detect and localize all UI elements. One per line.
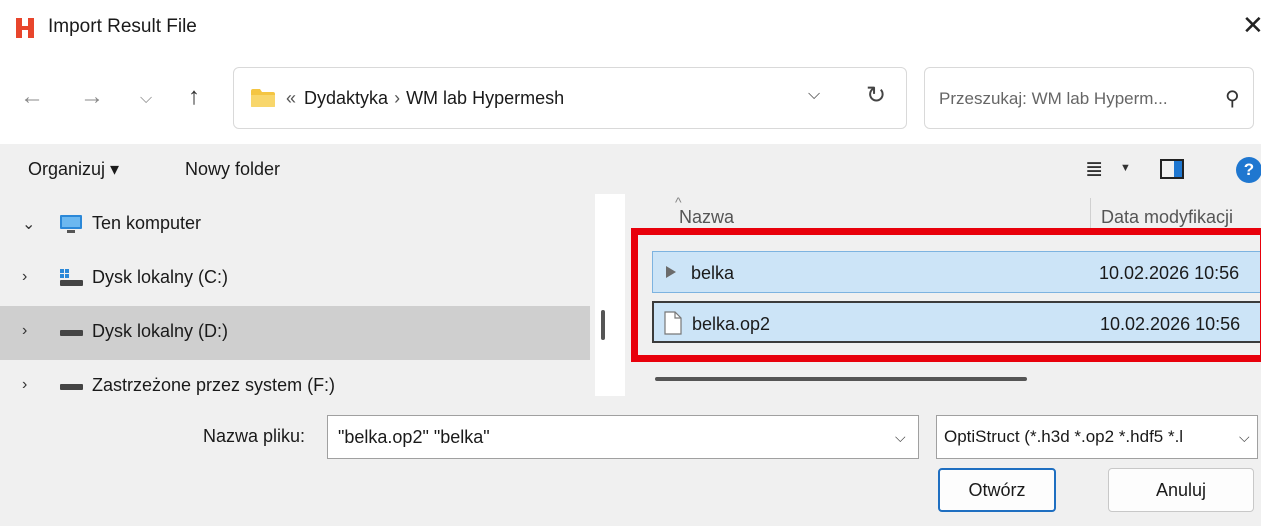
forward-arrow-icon[interactable]: →: [80, 82, 104, 112]
tree-item-label: Ten komputer: [92, 213, 202, 233]
breadcrumb-item-wm-lab-hypermesh[interactable]: WM lab Hypermesh: [406, 88, 564, 108]
tree-item-label: Zastrzeżone przez system (F:): [92, 375, 336, 395]
address-bar[interactable]: « Dydaktyka › WM lab Hypermesh ⌵ ↻: [233, 67, 907, 129]
file-type-select[interactable]: OptiStruct (*.h3d *.op2 *.hdf5 *.l ⌵: [936, 415, 1258, 459]
refresh-icon[interactable]: ↻: [866, 81, 886, 110]
filename-label: Nazwa pliku:: [203, 426, 306, 446]
recent-locations-chevron-icon[interactable]: ⌵: [140, 84, 152, 114]
close-icon[interactable]: ✕: [1242, 12, 1261, 38]
preview-pane-icon[interactable]: [1160, 159, 1184, 179]
breadcrumb-item-dydaktyka[interactable]: Dydaktyka: [304, 88, 388, 108]
open-button[interactable]: Otwórz: [938, 468, 1056, 512]
filename-input[interactable]: "belka.op2" "belka" ⌵: [327, 415, 919, 459]
new-folder-button[interactable]: Nowy folder: [185, 159, 280, 180]
tree-item-label: Dysk lokalny (C:): [92, 267, 229, 287]
navigation-bar: ← → ⌵ ↑ «Dydaktyka › WM lab Hypermesh ⌵ ↻ …: [0, 64, 1261, 134]
breadcrumb: « Dydaktyka › WM lab Hypermesh: [286, 88, 564, 109]
file-type-value: OptiStruct (*.h3d *.op2 *.hdf5 *.l: [944, 427, 1184, 446]
column-divider[interactable]: [1090, 198, 1091, 232]
file-list-horizontal-scrollbar[interactable]: [655, 377, 1027, 381]
search-input[interactable]: Przeszukaj: WM lab Hyperm... ⚲: [924, 67, 1254, 129]
breadcrumb-separator: ›: [394, 88, 401, 108]
help-icon[interactable]: ?: [1236, 157, 1261, 183]
command-toolbar: Organizuj ▾ Nowy folder ≣ ▼ ?: [0, 144, 1261, 194]
expand-chevron-icon[interactable]: ›: [22, 376, 27, 394]
search-placeholder: Przeszukaj: WM lab Hyperm...: [939, 89, 1168, 108]
view-options-icon[interactable]: ≣: [1085, 156, 1103, 182]
search-icon[interactable]: ⚲: [1225, 86, 1240, 111]
address-dropdown-chevron-icon[interactable]: ⌵: [808, 86, 820, 104]
tree-item-label: Dysk lokalny (D:): [92, 321, 229, 341]
up-arrow-icon[interactable]: ↑: [188, 82, 200, 112]
filename-value: "belka.op2" "belka": [338, 427, 490, 447]
expand-chevron-icon[interactable]: ›: [22, 268, 27, 286]
highlight-annotation-box: [631, 228, 1261, 362]
view-options-caret-icon[interactable]: ▼: [1120, 162, 1131, 174]
folder-icon: [251, 89, 275, 107]
breadcrumb-overflow[interactable]: «: [286, 88, 296, 108]
cancel-button[interactable]: Anuluj: [1108, 468, 1254, 512]
window-title: Import Result File: [48, 16, 197, 37]
expand-chevron-icon[interactable]: ›: [22, 322, 27, 340]
computer-icon: [60, 215, 82, 233]
column-header-date-modified[interactable]: Data modyfikacji: [1101, 207, 1233, 228]
dialog-footer: Nazwa pliku: "belka.op2" "belka" ⌵ OptiS…: [0, 396, 1261, 526]
navigation-pane: ⌄ Ten komputer › Dysk lokalny (C:) › Dys…: [0, 194, 595, 396]
title-bar: Import Result File ✕: [0, 0, 1261, 56]
back-arrow-icon[interactable]: ←: [20, 82, 44, 112]
hypermesh-logo-icon: [16, 18, 34, 38]
column-header-name[interactable]: Nazwa: [679, 207, 734, 228]
expand-chevron-icon[interactable]: ⌄: [22, 214, 35, 234]
drive-icon: [60, 330, 83, 336]
tree-item-drive-d[interactable]: › Dysk lokalny (D:): [0, 306, 590, 360]
filename-dropdown-chevron-icon[interactable]: ⌵: [895, 429, 906, 446]
tree-item-drive-c[interactable]: › Dysk lokalny (C:): [0, 252, 595, 306]
tree-item-drive-f[interactable]: › Zastrzeżone przez system (F:): [0, 360, 595, 396]
windows-drive-icon: [60, 269, 83, 286]
navigation-pane-scrollbar[interactable]: [601, 310, 605, 340]
tree-item-this-pc[interactable]: ⌄ Ten komputer: [0, 198, 595, 252]
organize-menu-button[interactable]: Organizuj ▾: [28, 159, 119, 180]
file-type-dropdown-chevron-icon[interactable]: ⌵: [1239, 429, 1250, 446]
drive-icon: [60, 384, 83, 390]
